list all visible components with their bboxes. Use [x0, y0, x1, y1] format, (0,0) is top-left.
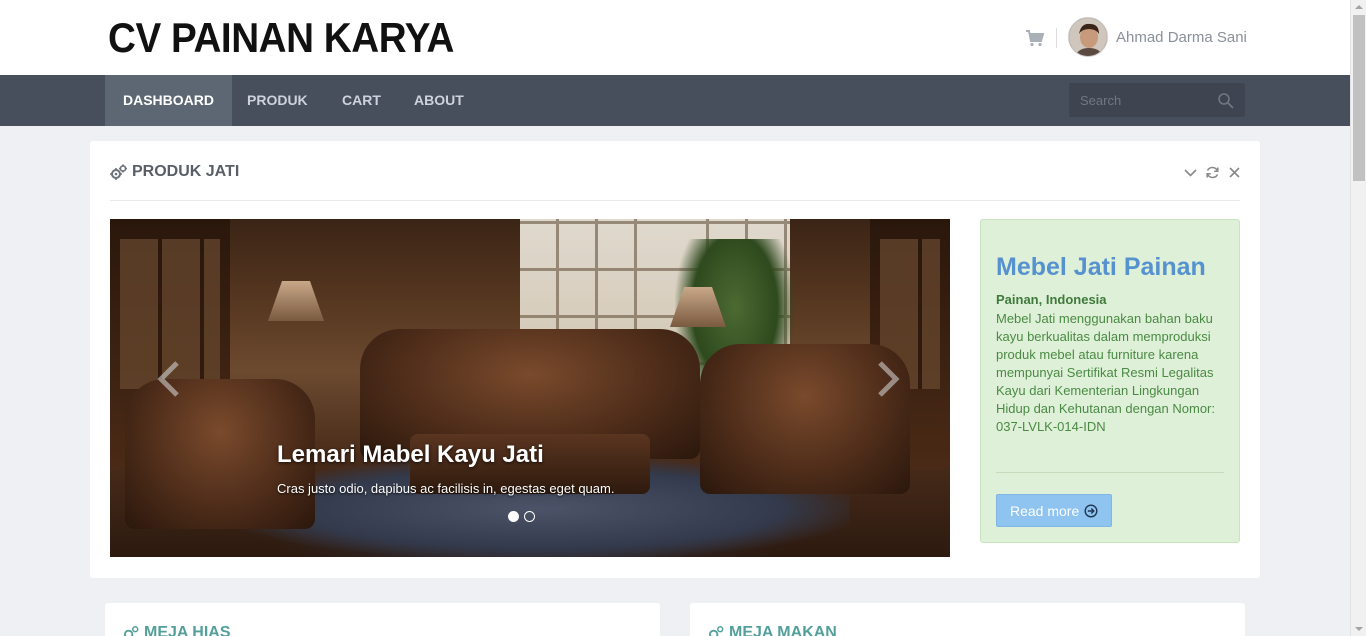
panel-title-text: MEJA HIAS — [144, 624, 231, 636]
search-box — [1069, 83, 1245, 117]
company-info-box: Mebel Jati Painan Painan, Indonesia Mebe… — [980, 219, 1240, 543]
chevron-down-icon[interactable] — [1183, 165, 1198, 180]
scroll-down-icon[interactable] — [1355, 627, 1363, 631]
panel-title-text: PRODUK JATI — [132, 163, 240, 180]
nav-cart[interactable]: CART — [324, 75, 399, 126]
carousel-indicators — [508, 511, 535, 522]
produk-jati-panel: PRODUK JATI Lemari Mabel Kayu Jati Cras … — [90, 141, 1260, 578]
brand-logo[interactable]: CV PAINAN KARYA — [108, 14, 454, 62]
gears-icon — [708, 626, 724, 636]
user-photo-icon — [1069, 18, 1107, 56]
meja-makan-panel: MEJA MAKAN — [690, 603, 1245, 636]
info-location: Painan, Indonesia — [996, 292, 1107, 307]
lamp-illustration — [268, 281, 324, 321]
arrow-circle-right-icon — [1084, 503, 1098, 518]
header-divider — [1056, 28, 1057, 48]
panel-divider — [110, 200, 1240, 201]
scroll-up-icon[interactable] — [1355, 5, 1363, 9]
panel-title: MEJA MAKAN — [708, 624, 837, 636]
shopping-cart-icon[interactable] — [1025, 29, 1045, 47]
page-scrollbar[interactable] — [1350, 0, 1366, 636]
panel-title: PRODUK JATI — [110, 163, 239, 181]
user-name[interactable]: Ahmad Darma Sani — [1116, 29, 1247, 46]
meja-hias-panel: MEJA HIAS — [105, 603, 660, 636]
gears-icon — [110, 164, 127, 180]
panel-title: MEJA HIAS — [123, 624, 231, 636]
refresh-icon[interactable] — [1205, 165, 1220, 180]
carousel-caption-text: Cras justo odio, dapibus ac facilisis in… — [277, 481, 615, 496]
carousel-next-icon[interactable] — [872, 359, 902, 399]
search-input[interactable] — [1069, 83, 1209, 117]
gears-icon — [123, 626, 139, 636]
nav-about[interactable]: ABOUT — [396, 75, 482, 126]
user-avatar[interactable] — [1068, 17, 1108, 57]
info-description: Mebel Jati menggunakan bahan baku kayu b… — [996, 311, 1215, 434]
carousel-dot[interactable] — [524, 511, 535, 522]
nav-produk[interactable]: PRODUK — [229, 75, 326, 126]
scrollbar-thumb[interactable] — [1353, 15, 1365, 181]
panel-title-text: MEJA MAKAN — [729, 624, 837, 636]
nav-dashboard[interactable]: DASHBOARD — [105, 75, 232, 126]
read-more-label: Read more — [1010, 502, 1080, 519]
header: CV PAINAN KARYA Ahmad Darma Sani — [0, 0, 1350, 75]
carousel-prev-icon[interactable] — [155, 359, 185, 399]
product-carousel[interactable]: Lemari Mabel Kayu Jati Cras justo odio, … — [110, 219, 950, 557]
carousel-caption-title: Lemari Mabel Kayu Jati — [277, 441, 544, 468]
search-icon[interactable] — [1217, 92, 1235, 110]
close-icon[interactable] — [1227, 165, 1242, 180]
panel-tools — [1183, 165, 1242, 180]
read-more-button[interactable]: Read more — [996, 494, 1113, 527]
info-divider — [996, 472, 1224, 473]
info-title: Mebel Jati Painan — [996, 253, 1206, 281]
carousel-dot[interactable] — [508, 511, 519, 522]
